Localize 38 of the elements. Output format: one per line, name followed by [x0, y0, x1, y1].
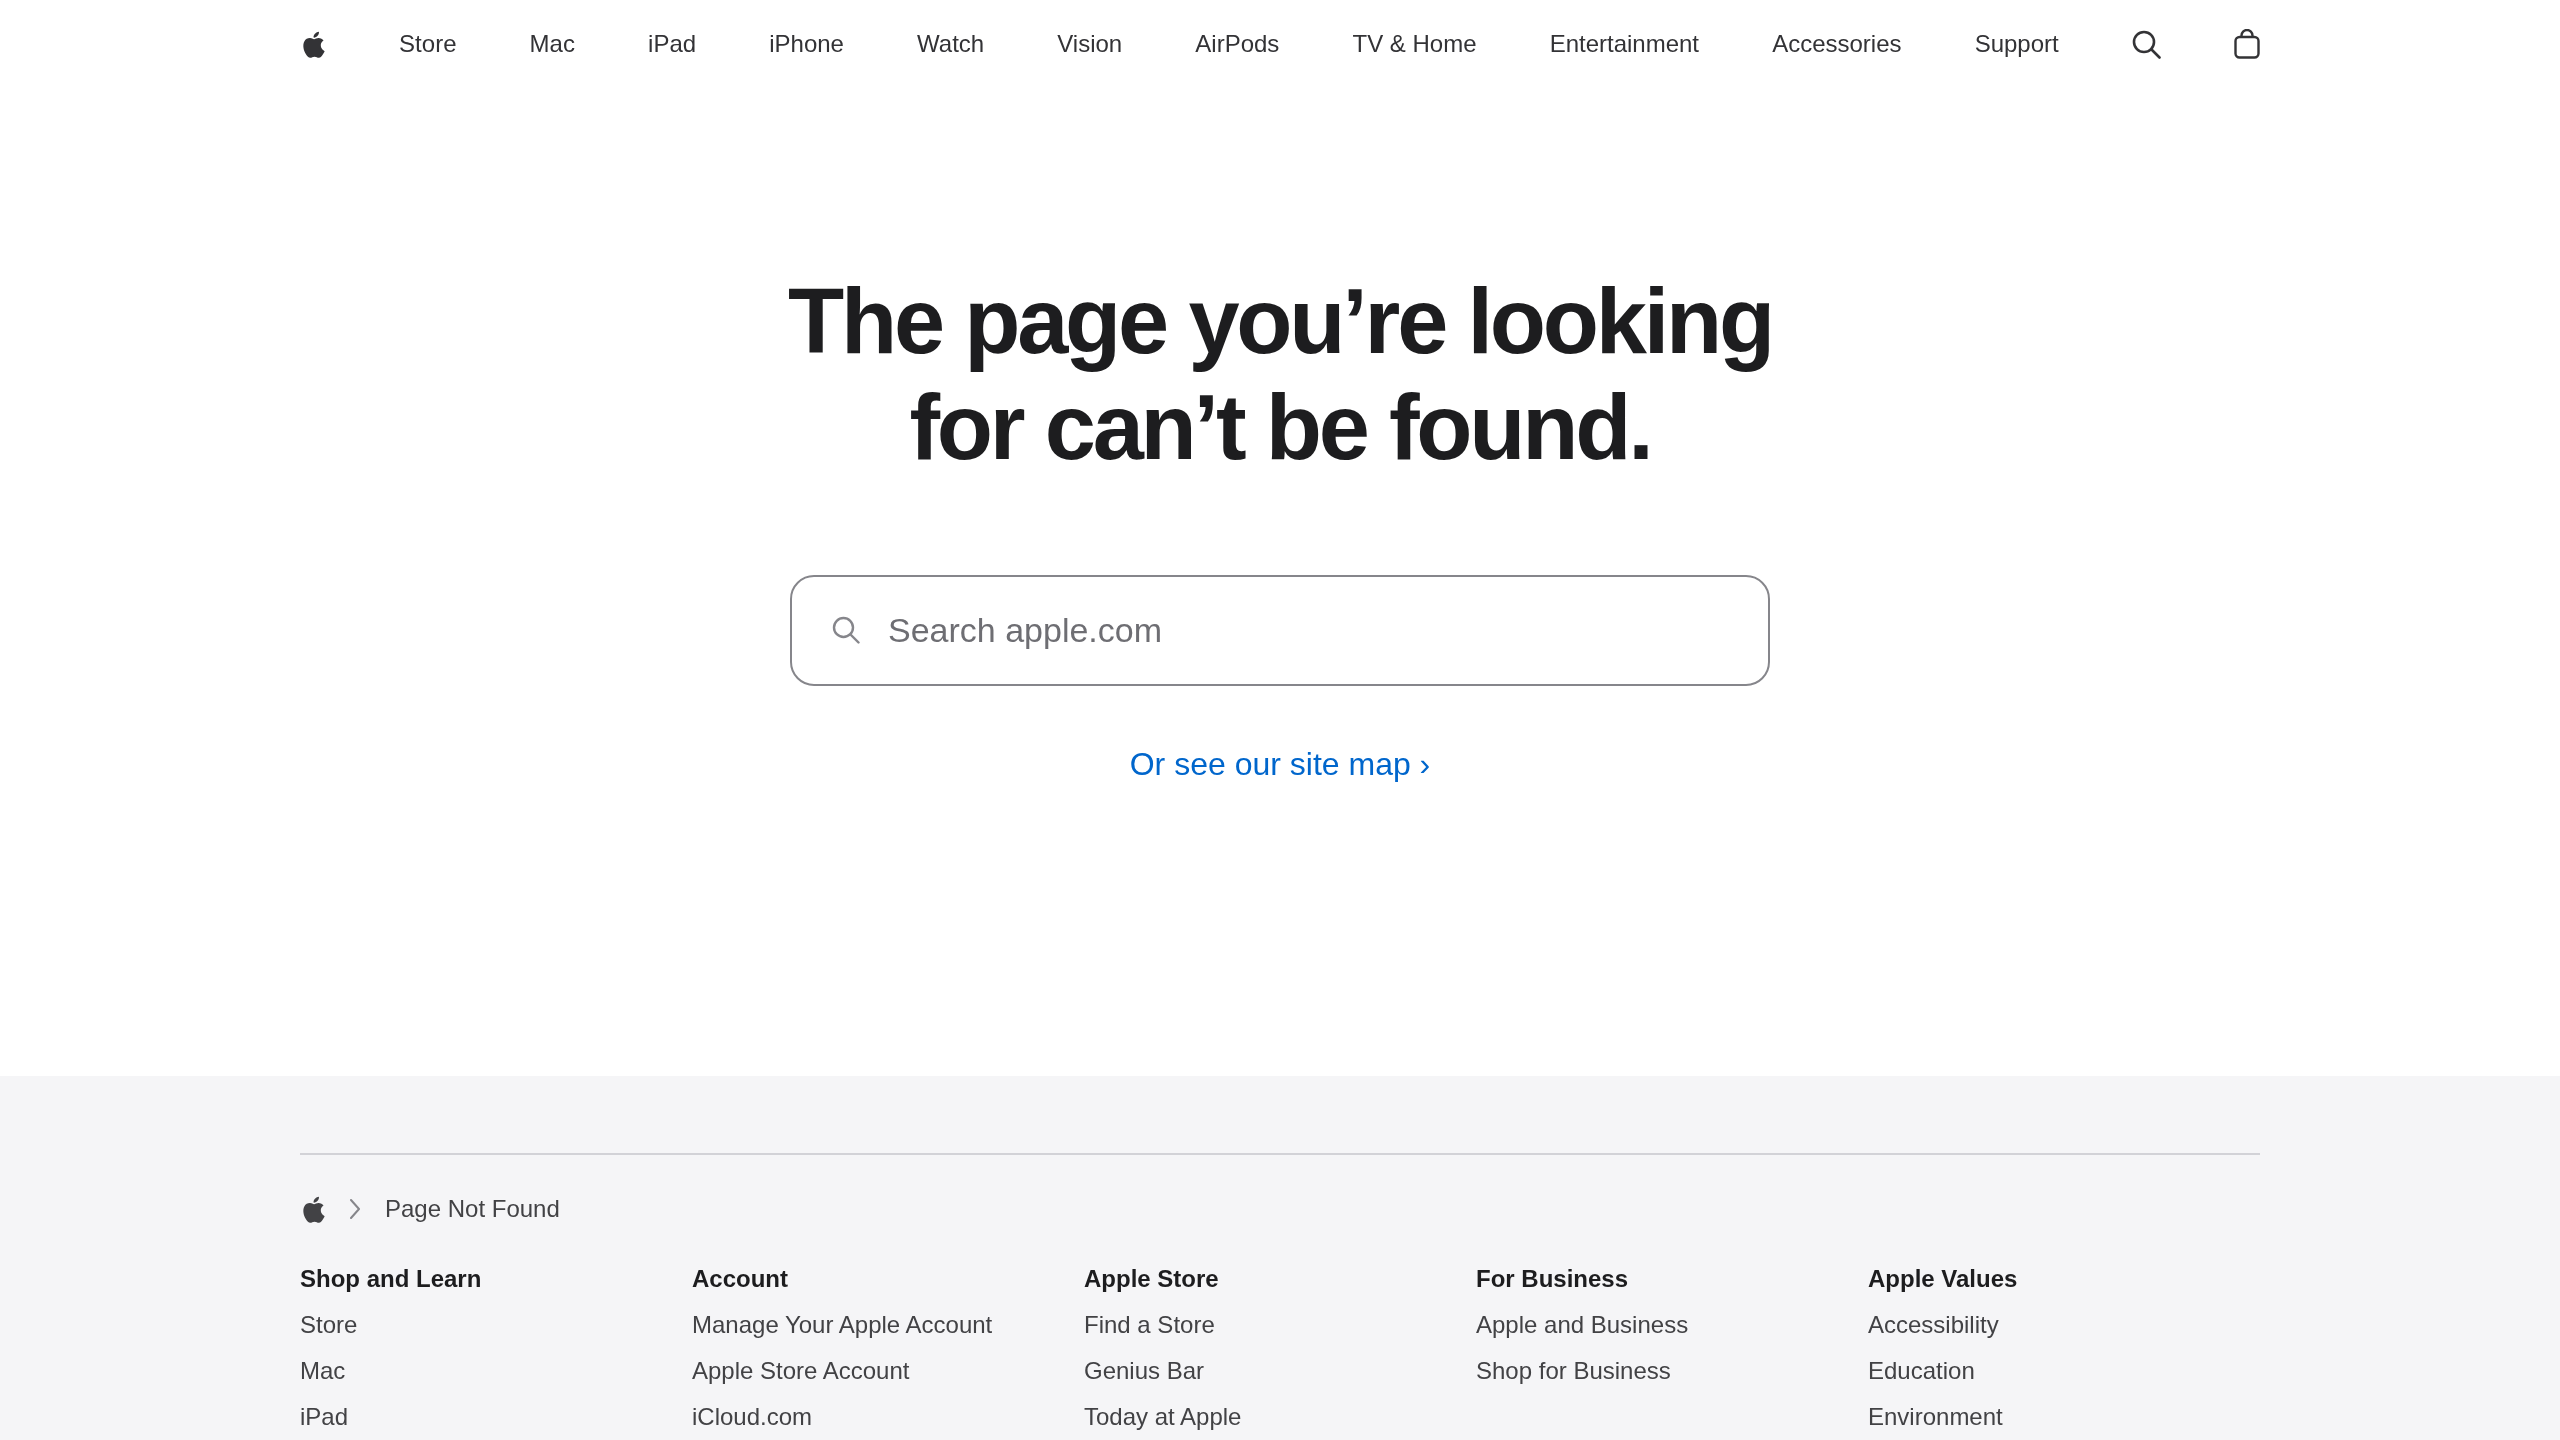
shopping-bag-icon[interactable] [2233, 29, 2260, 59]
nav-link[interactable]: TV & Home [1352, 28, 1477, 60]
footer-link[interactable]: Shop for Business [1476, 1355, 1671, 1387]
site-map-link[interactable]: Or see our site map › [1129, 742, 1431, 786]
footer-link[interactable]: Store [300, 1309, 358, 1341]
footer-link[interactable]: Genius Bar [1084, 1355, 1205, 1387]
footer-link[interactable]: Today at Apple [1084, 1401, 1242, 1433]
footer-link[interactable]: Manage Your Apple Account [692, 1309, 993, 1341]
nav-link[interactable]: Entertainment [1549, 28, 1700, 60]
nav-link[interactable]: Store [399, 28, 457, 60]
search-field[interactable]: Search apple.com [790, 575, 1770, 686]
footer-column-heading: Account [692, 1264, 788, 1294]
footer-link[interactable]: Apple and Business [1476, 1309, 1689, 1341]
footer-link[interactable]: Apple Store Account [692, 1355, 910, 1387]
footer-link[interactable]: Accessibility [1868, 1309, 1999, 1341]
nav-link[interactable]: iPad [648, 28, 697, 60]
page-headline: The page you’re looking for can’t be found. [786, 269, 1774, 480]
footer-link[interactable]: iCloud.com [692, 1401, 813, 1433]
nav-link[interactable]: Watch [917, 28, 985, 60]
search-icon[interactable] [2131, 29, 2161, 59]
nav-link[interactable]: Accessories [1772, 28, 1902, 60]
footer-column-heading: For Business [1476, 1264, 1629, 1294]
nav-link[interactable]: Support [1974, 28, 2059, 60]
footer-link[interactable]: Education [1868, 1355, 1975, 1387]
breadcrumb-current: Page Not Found [385, 1194, 560, 1224]
footer-link[interactable]: Find a Store [1084, 1309, 1215, 1341]
footer-link[interactable]: iPad [300, 1401, 349, 1433]
footer-link[interactable]: Environment [1868, 1401, 2003, 1433]
chevron-right-icon [350, 1199, 360, 1219]
nav-link[interactable]: Vision [1057, 28, 1123, 60]
search-icon [832, 616, 860, 644]
nav-link[interactable]: Mac [529, 28, 575, 60]
footer-link[interactable]: Mac [300, 1355, 346, 1387]
nav-link[interactable]: iPhone [769, 28, 844, 60]
nav-link[interactable]: AirPods [1195, 28, 1280, 60]
footer-column-heading: Shop and Learn [300, 1264, 482, 1294]
footer-column-heading: Apple Values [1868, 1264, 2018, 1294]
footer-column-heading: Apple Store [1084, 1264, 1219, 1294]
